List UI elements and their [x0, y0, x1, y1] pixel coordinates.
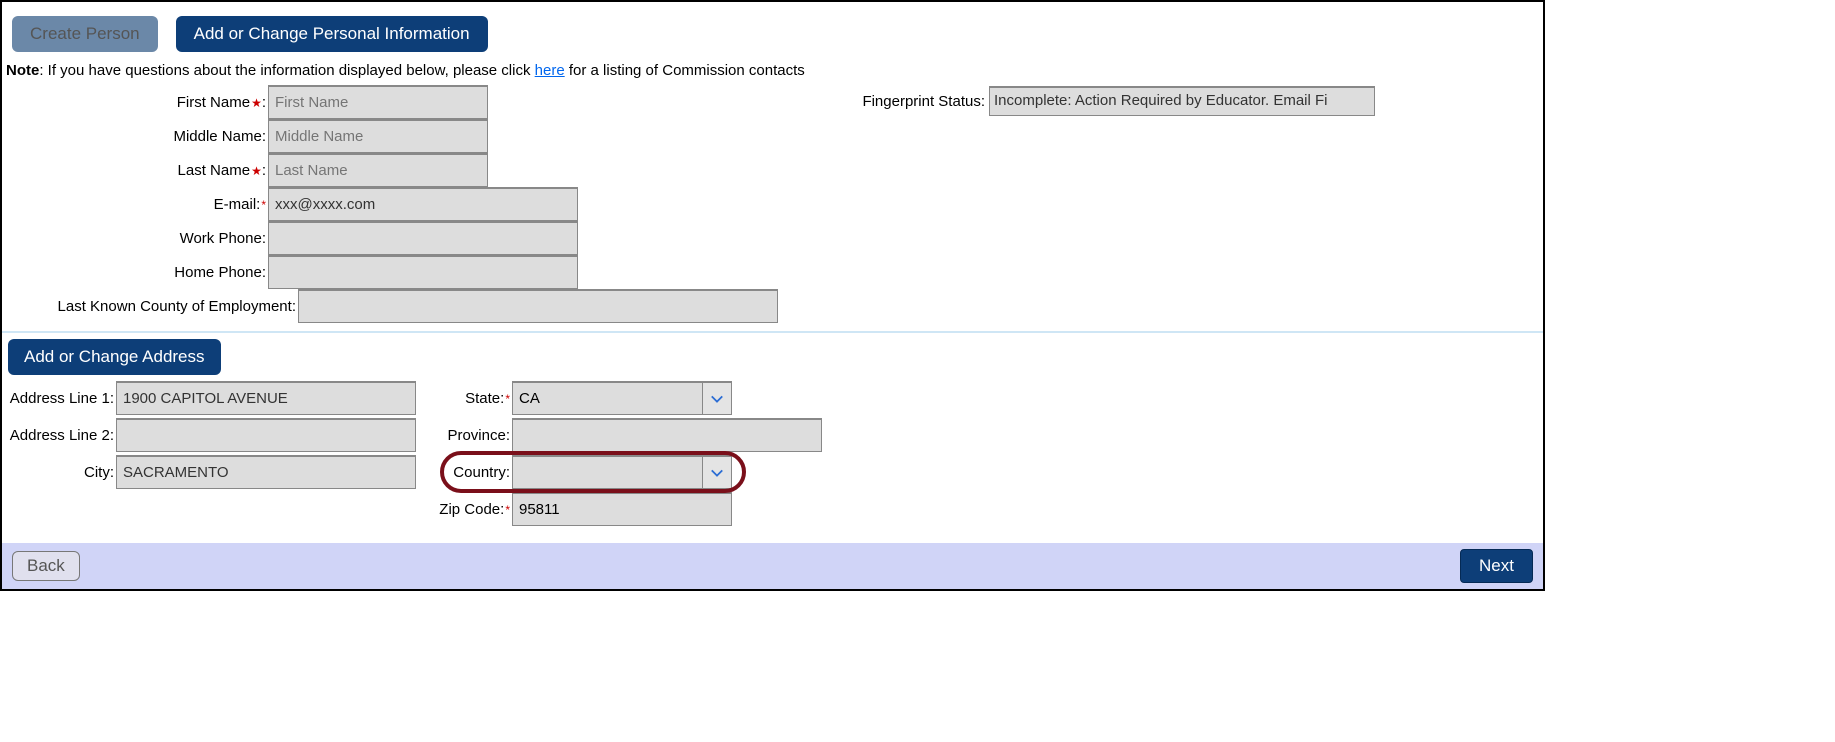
city-input[interactable]	[116, 455, 416, 489]
country-label: Country:	[453, 464, 510, 481]
address-line1-input[interactable]	[116, 381, 416, 415]
note-body2: for a listing of Commission contacts	[565, 62, 805, 79]
address-line2-input[interactable]	[116, 418, 416, 452]
work-phone-label: Work Phone:	[180, 230, 266, 247]
required-star-icon: ★	[251, 96, 262, 110]
province-label: Province:	[447, 427, 510, 444]
chevron-down-icon	[710, 392, 724, 406]
country-select[interactable]	[512, 455, 702, 489]
last-name-label: Last Name	[178, 162, 251, 179]
work-phone-input[interactable]	[268, 221, 578, 255]
fingerprint-status-value: Incomplete: Action Required by Educator.…	[989, 86, 1375, 116]
middle-name-label: Middle Name:	[173, 128, 266, 145]
chevron-down-icon	[710, 466, 724, 480]
address-line1-label: Address Line 1:	[10, 390, 114, 407]
email-input[interactable]	[268, 187, 578, 221]
country-dropdown-button[interactable]	[702, 455, 732, 489]
back-button[interactable]: Back	[12, 551, 80, 581]
zip-code-label: Zip Code:	[439, 501, 504, 518]
here-link[interactable]: here	[535, 62, 565, 79]
home-phone-label: Home Phone:	[174, 264, 266, 281]
note-body1: : If you have questions about the inform…	[39, 62, 534, 79]
zip-code-input[interactable]	[512, 492, 732, 526]
email-label: E-mail:	[214, 196, 261, 213]
last-name-input[interactable]	[268, 153, 488, 187]
middle-name-input[interactable]	[268, 119, 488, 153]
personal-info-tab[interactable]: Add or Change Personal Information	[176, 16, 488, 52]
county-employment-label: Last Known County of Employment:	[58, 298, 296, 315]
state-select[interactable]	[512, 381, 702, 415]
note-text: Note: If you have questions about the in…	[2, 60, 1543, 85]
required-star-icon: *	[505, 503, 510, 517]
province-input[interactable]	[512, 418, 822, 452]
fingerprint-status-label: Fingerprint Status:	[862, 93, 985, 110]
required-star-icon: ★	[251, 164, 262, 178]
first-name-input[interactable]	[268, 85, 488, 119]
county-employment-input[interactable]	[298, 289, 778, 323]
required-star-icon: *	[261, 198, 266, 212]
first-name-label: First Name	[177, 94, 250, 111]
address-line2-label: Address Line 2:	[10, 427, 114, 444]
city-label: City:	[84, 464, 114, 481]
next-button[interactable]: Next	[1460, 549, 1533, 583]
add-change-address-tab[interactable]: Add or Change Address	[8, 339, 221, 375]
required-star-icon: *	[505, 392, 510, 406]
note-prefix: Note	[6, 62, 39, 79]
state-label: State:	[465, 390, 504, 407]
home-phone-input[interactable]	[268, 255, 578, 289]
state-dropdown-button[interactable]	[702, 381, 732, 415]
create-person-tab[interactable]: Create Person	[12, 16, 158, 52]
